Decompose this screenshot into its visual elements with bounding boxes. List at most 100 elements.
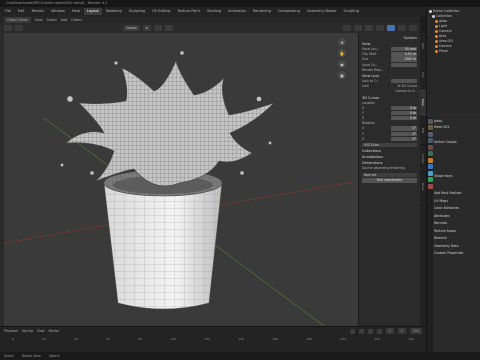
timeline-menu-view[interactable]: View: [37, 329, 45, 333]
viewport-header: Global ⊙: [0, 23, 420, 33]
menu-object[interactable]: Object: [71, 18, 82, 22]
workspace-tab-geometry-nodes[interactable]: Geometry Nodes: [304, 8, 340, 15]
panel-normals[interactable]: Normals: [434, 221, 480, 227]
workspace-tab-animation[interactable]: Animation: [225, 8, 249, 15]
overlay-icon[interactable]: [365, 25, 373, 31]
timeline-menu-keying[interactable]: Keying: [22, 329, 33, 333]
panel-uv-maps[interactable]: UV Maps: [434, 199, 480, 205]
workspace-tab-shading[interactable]: Shading: [204, 8, 224, 15]
pivot-point[interactable]: ⊙: [142, 25, 152, 31]
run-coordinates-button[interactable]: Run coordinates: [362, 177, 417, 183]
workspace-tab-uv-editing[interactable]: UV Editing: [149, 8, 173, 15]
snap-icon[interactable]: [154, 25, 163, 31]
mesh-name-field[interactable]: Mesh.002: [434, 125, 480, 131]
object-tab-icon[interactable]: [427, 157, 433, 163]
panel-attributes[interactable]: Attributes: [434, 214, 480, 220]
workspace-tab-texture-paint[interactable]: Texture Paint: [174, 8, 203, 15]
proportional-edit-icon[interactable]: [165, 25, 174, 31]
rendered-shading-icon[interactable]: [409, 25, 417, 31]
cursor-rotation-y[interactable]: 0°: [391, 131, 417, 137]
view-layer-tab-icon[interactable]: [427, 138, 433, 143]
cursor-location-x[interactable]: 0 m: [391, 105, 417, 111]
clip-start-field[interactable]: 0.01 m: [391, 52, 417, 57]
viewport-canvas[interactable]: [4, 33, 358, 326]
world-tab-icon[interactable]: [427, 151, 433, 156]
camera-to-view-checkbox[interactable]: Camera to V...: [395, 89, 417, 94]
panel-texture-space[interactable]: Texture Space: [434, 229, 480, 235]
outliner[interactable]: Scene Collection Collection glass Light Came…: [427, 7, 480, 114]
3d-viewport[interactable]: [4, 33, 358, 326]
workspace-tab-rendering[interactable]: Rendering: [250, 8, 274, 15]
workspace-tab-scripting[interactable]: Scripting: [340, 8, 362, 15]
gizmo-icon[interactable]: [354, 25, 362, 31]
camera-view-icon[interactable]: ◉: [338, 60, 346, 68]
workspace-tab-layout[interactable]: Layout: [83, 8, 102, 15]
liquid-splash-mesh[interactable]: [60, 50, 275, 187]
frame-start-field[interactable]: 1: [397, 328, 406, 334]
material-shading-icon[interactable]: [398, 25, 406, 31]
status-rotate-view: Rotate View: [21, 354, 41, 358]
frame-end-field[interactable]: 250: [409, 328, 422, 334]
panel-shape-keys[interactable]: Shape Keys: [434, 174, 480, 180]
render-tab-icon[interactable]: [427, 125, 433, 130]
menu-add[interactable]: Add: [61, 18, 67, 22]
outliner-item[interactable]: Plane: [429, 49, 479, 54]
current-frame-field[interactable]: 1: [385, 328, 394, 334]
menu-select[interactable]: Select: [47, 18, 57, 22]
local-camera-field[interactable]: [391, 62, 417, 67]
perspective-toggle-icon[interactable]: ▦: [338, 71, 346, 79]
ruler-tick-label: 220: [374, 337, 380, 341]
panel-geometry-data[interactable]: Geometry Data: [434, 244, 480, 250]
mode-selector[interactable]: Object Mode: [4, 16, 31, 23]
zoom-icon[interactable]: ⊕: [338, 38, 346, 46]
play-reverse-icon[interactable]: [358, 328, 364, 334]
new-set-field[interactable]: New set: [362, 172, 417, 177]
geometry-source-label: Source geometry/rendering: [362, 166, 405, 171]
mesh-data-tab-icon[interactable]: [427, 177, 433, 182]
workspace-tab-edit[interactable]: Edit: [15, 8, 28, 15]
jump-end-icon[interactable]: [376, 328, 382, 334]
visibility-icon[interactable]: [343, 25, 351, 31]
play-icon[interactable]: [367, 328, 373, 334]
jump-start-icon[interactable]: [349, 328, 355, 334]
workspace-tab-render[interactable]: Render: [29, 8, 47, 15]
rotation-mode-dropdown[interactable]: XYZ Euler: [362, 143, 417, 148]
workspace-tab-sculpting[interactable]: Sculpting: [126, 8, 148, 15]
solid-shading-icon[interactable]: [387, 25, 395, 31]
material-tab-icon[interactable]: [427, 183, 433, 189]
output-tab-icon[interactable]: [427, 131, 433, 137]
menu-view[interactable]: View: [35, 18, 43, 22]
physics-tab-icon[interactable]: [427, 170, 433, 176]
transform-orientation[interactable]: Global: [123, 25, 140, 31]
panel-remesh[interactable]: Remesh: [434, 236, 480, 242]
scene-tab-icon[interactable]: [427, 144, 433, 150]
ruler-tick-label: 200: [340, 337, 346, 341]
pan-icon[interactable]: ✋: [338, 49, 346, 57]
workspace-tab-compositing[interactable]: Compositing: [275, 8, 303, 15]
cursor-location-z[interactable]: 0 m: [391, 116, 417, 121]
workspace-tab-modeling[interactable]: Modeling: [103, 8, 125, 15]
cursor-rotation-z[interactable]: 0°: [391, 136, 417, 142]
cursor-icon[interactable]: [15, 25, 23, 31]
timeline-menu-marker[interactable]: Marker: [49, 329, 60, 333]
panel-vertex-groups[interactable]: Vertex Groups: [434, 140, 480, 146]
clip-end-field[interactable]: 1000 m: [391, 57, 417, 62]
timeline-menu-playback[interactable]: Playback: [4, 329, 18, 333]
workspace-tab-window[interactable]: Window: [48, 8, 68, 15]
focal-length-field[interactable]: 50 mm: [391, 47, 417, 52]
lock-object-field[interactable]: [391, 78, 417, 84]
workspace-tab-file[interactable]: File: [2, 8, 14, 15]
timeline-ruler[interactable]: 0 20 40 60 80 100 120 140 160 180 200 220 240: [0, 335, 426, 343]
cursor-location-y[interactable]: 0 m: [391, 110, 417, 116]
xray-icon[interactable]: [376, 25, 384, 31]
panel-custom-properties[interactable]: Custom Properties: [434, 251, 480, 257]
tool-tab-icon[interactable]: [427, 118, 433, 124]
workspace-tab-help[interactable]: Help: [69, 8, 83, 15]
select-box-icon[interactable]: [4, 25, 12, 31]
cup-mesh[interactable]: [103, 169, 223, 310]
add-rest-position-checkbox[interactable]: Add Rest Position: [434, 191, 480, 197]
ruler-tick-label: 40: [74, 337, 79, 341]
modifier-tab-icon[interactable]: [427, 164, 433, 169]
cursor-rotation-x[interactable]: 0°: [391, 126, 417, 131]
panel-color-attributes[interactable]: Color Attributes: [434, 206, 480, 212]
